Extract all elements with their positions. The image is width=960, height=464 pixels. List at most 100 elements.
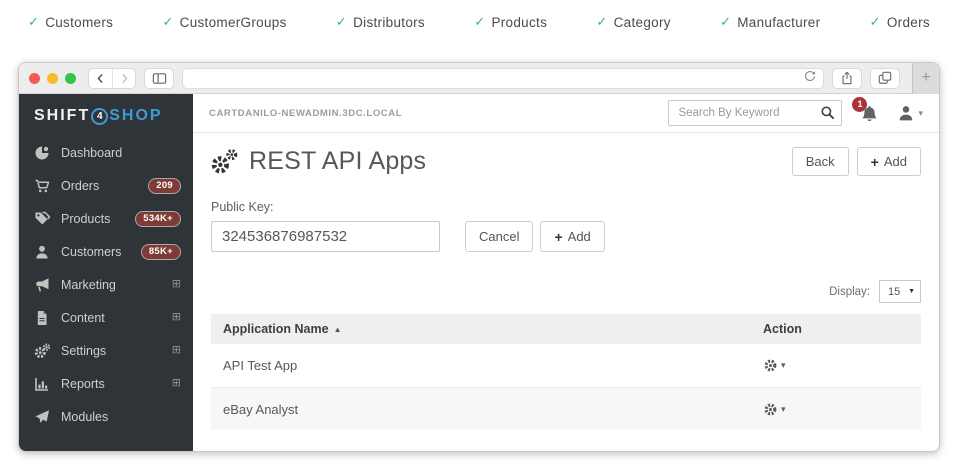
check-icon: ✓ [870, 14, 881, 30]
column-header-action: Action [751, 322, 921, 336]
caret-down-icon: ▾ [781, 360, 786, 371]
confirm-add-button[interactable]: +Add [540, 221, 604, 252]
sidebar-item-products[interactable]: Products 534K+ [19, 202, 193, 235]
topbar-item-label: Orders [887, 15, 930, 30]
row-action-menu-button[interactable]: ▾ [763, 358, 786, 373]
display-count-select[interactable]: 15 ▼ [879, 280, 921, 303]
check-icon: ✓ [28, 14, 39, 30]
expand-icon[interactable]: ⊞ [172, 312, 181, 323]
account-menu-button[interactable]: ▾ [897, 104, 923, 122]
sidebar-item-label: Reports [61, 377, 172, 391]
sidebar-item-settings[interactable]: Settings ⊞ [19, 334, 193, 367]
display-label: Display: [829, 286, 870, 298]
admin-main: CARTDANILO-NEWADMIN.3DC.LOCAL 1 ▾ [193, 94, 939, 451]
topbar-item-label: Manufacturer [737, 15, 820, 30]
notifications-button[interactable]: 1 [860, 104, 879, 123]
tab-overview-icon[interactable] [870, 68, 900, 89]
check-icon: ✓ [162, 14, 173, 30]
account-icon [897, 104, 915, 122]
topbar-item-distributors[interactable]: ✓ Distributors [336, 14, 425, 30]
cart-icon [34, 178, 50, 194]
back-nav-icon[interactable] [89, 69, 112, 88]
row-action-menu-button[interactable]: ▾ [763, 402, 786, 417]
topbar-item-label: CustomerGroups [180, 15, 287, 30]
search-input[interactable] [668, 100, 842, 126]
page-content: REST API Apps Back +Add Public Key: Canc… [193, 133, 939, 451]
orders-count-badge: 209 [148, 178, 181, 194]
sidebar-item-label: Settings [61, 344, 172, 358]
topbar-item-label: Category [614, 15, 671, 30]
check-icon: ✓ [474, 14, 485, 30]
topbar-item-manufacturer[interactable]: ✓Manufacturer [720, 14, 820, 30]
search-icon[interactable] [820, 105, 835, 120]
gear-icon [763, 358, 778, 373]
sidebar-item-modules[interactable]: Modules [19, 400, 193, 433]
plus-icon: + [871, 154, 879, 170]
api-apps-table: Application Name ▲ Action API Test App [211, 314, 921, 430]
new-tab-button[interactable]: + [912, 63, 939, 94]
progress-topbar: ✓ Customers ✓ CustomerGroups ✓ Distributors… [0, 0, 960, 44]
dashboard-icon [34, 145, 50, 161]
sort-ascending-icon: ▲ [334, 325, 342, 334]
table-row: API Test App ▾ [211, 344, 921, 387]
shift4shop-logo[interactable]: SHIFT4SHOP [19, 94, 193, 136]
megaphone-icon [34, 277, 50, 293]
expand-icon[interactable]: ⊞ [172, 279, 181, 290]
browser-window: + SHIFT4SHOP Dashboard Orders 209 Produc… [18, 62, 940, 452]
admin-sidebar: SHIFT4SHOP Dashboard Orders 209 Products… [19, 94, 193, 451]
close-window-button[interactable] [29, 73, 40, 84]
address-bar[interactable] [182, 68, 824, 89]
store-domain: CARTDANILO-NEWADMIN.3DC.LOCAL [209, 108, 668, 119]
public-key-input[interactable] [211, 221, 440, 252]
sidebar-item-reports[interactable]: Reports ⊞ [19, 367, 193, 400]
sidebar-item-orders[interactable]: Orders 209 [19, 169, 193, 202]
expand-icon[interactable]: ⊞ [172, 378, 181, 389]
notification-count-badge: 1 [852, 97, 867, 112]
topbar-item-orders[interactable]: ✓ Orders [870, 14, 930, 30]
sidebar-toggle-icon[interactable] [144, 68, 174, 89]
topbar-item-customers[interactable]: ✓ Customers [28, 14, 113, 30]
sidebar-item-marketing[interactable]: Marketing ⊞ [19, 268, 193, 301]
plus-icon: + [554, 229, 562, 245]
logo-part-shift: SHIFT [34, 107, 90, 125]
sidebar-item-label: Modules [61, 410, 181, 424]
reload-icon[interactable] [803, 69, 817, 88]
topbar-item-products[interactable]: ✓Products [474, 14, 547, 30]
sidebar-item-dashboard[interactable]: Dashboard [19, 136, 193, 169]
rocket-icon [34, 409, 50, 425]
column-header-application-name[interactable]: Application Name ▲ [211, 322, 751, 336]
caret-down-icon: ▾ [781, 404, 786, 415]
display-count-row: Display: 15 ▼ [211, 280, 921, 303]
gears-icon [34, 343, 50, 359]
share-icon[interactable] [832, 68, 862, 89]
back-button[interactable]: Back [792, 147, 849, 176]
topbar-item-label: Distributors [353, 15, 425, 30]
check-icon: ✓ [336, 14, 347, 30]
topbar-item-category[interactable]: ✓Category [596, 14, 670, 30]
public-key-label: Public Key: [211, 200, 921, 214]
sidebar-item-customers[interactable]: Customers 85K+ [19, 235, 193, 268]
tags-icon [34, 211, 50, 227]
logo-four-circle: 4 [91, 108, 108, 125]
zoom-window-button[interactable] [65, 73, 76, 84]
topbar-item-customergroups[interactable]: ✓ CustomerGroups [162, 14, 286, 30]
sidebar-item-content[interactable]: Content ⊞ [19, 301, 193, 334]
minimize-window-button[interactable] [47, 73, 58, 84]
browser-chrome: + [19, 63, 939, 94]
sidebar-item-label: Customers [61, 245, 141, 259]
cancel-button[interactable]: Cancel [465, 221, 533, 252]
expand-icon[interactable]: ⊞ [172, 345, 181, 356]
forward-nav-icon[interactable] [112, 69, 135, 88]
products-count-badge: 534K+ [135, 211, 181, 227]
public-key-section: Public Key: Cancel +Add [211, 200, 921, 252]
sidebar-item-label: Marketing [61, 278, 172, 292]
sidebar-item-label: Dashboard [61, 146, 181, 160]
topbar-item-label: Customers [45, 15, 113, 30]
gear-icon [763, 402, 778, 417]
select-caret-icon: ▼ [908, 288, 915, 295]
add-button[interactable]: +Add [857, 147, 921, 176]
chevron-down-icon: ▾ [918, 108, 923, 119]
display-count-value: 15 [888, 286, 900, 298]
bar-chart-icon [34, 376, 50, 392]
table-header-row: Application Name ▲ Action [211, 314, 921, 344]
